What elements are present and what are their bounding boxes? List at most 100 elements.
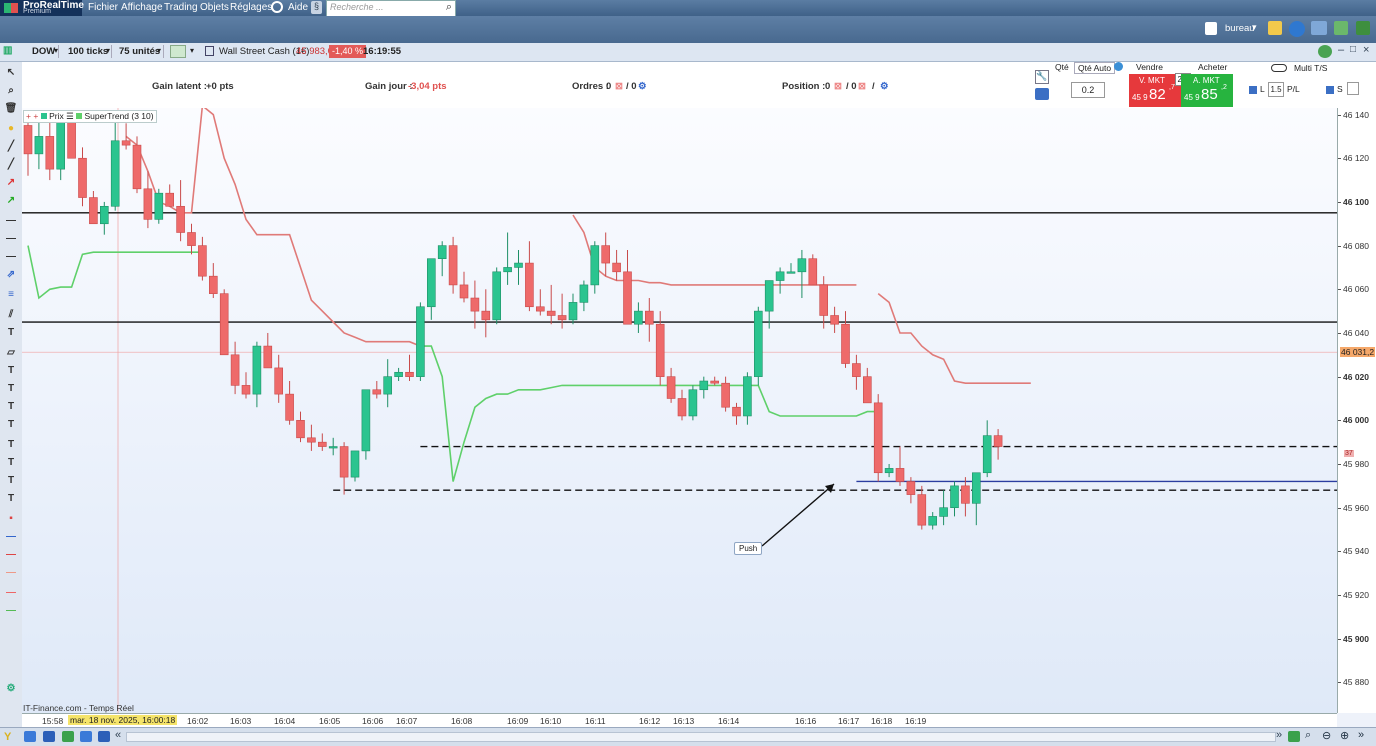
menu-aide[interactable]: Aide <box>288 2 308 13</box>
zoom-fit-icon[interactable]: ⌕ <box>1305 729 1311 742</box>
ordres-close-icon[interactable]: ⊠ <box>615 81 623 92</box>
chart-type-icon[interactable]: ▥ <box>3 45 17 58</box>
close-icon[interactable]: × <box>1363 44 1369 56</box>
support-icon[interactable] <box>271 1 283 13</box>
text-tool-icon-7[interactable]: T <box>4 456 18 470</box>
menu-affichage[interactable]: Affichage <box>121 2 163 13</box>
workspace-dropdown-icon[interactable]: ▾ <box>1252 22 1257 33</box>
menu-reglages[interactable]: Réglages <box>230 2 272 13</box>
menu-fichier[interactable]: Fichier <box>88 2 118 13</box>
table-icon[interactable] <box>80 731 92 742</box>
search-icon[interactable]: ⌕ <box>446 1 452 14</box>
legend-add2-icon[interactable]: + <box>33 111 38 121</box>
text-tool-icon-9[interactable]: T <box>4 492 18 506</box>
chart-canvas[interactable] <box>22 108 1337 713</box>
menu-trading[interactable]: Trading <box>164 2 198 13</box>
line-tool-icon[interactable]: ╱ <box>4 140 18 154</box>
scroll-end-icon[interactable]: » <box>1358 729 1364 741</box>
marker-orange-icon[interactable]: — <box>4 566 18 580</box>
legend-add-icon[interactable]: + <box>26 111 31 121</box>
clip-icon[interactable]: § <box>311 1 322 14</box>
menu-objets[interactable]: Objets <box>200 2 229 13</box>
price-chart[interactable]: + + Prix ☰ SuperTrend (3 10) Push IT-Fin… <box>22 108 1337 713</box>
zoom-tool-icon[interactable]: ⌕ <box>4 84 18 98</box>
ray-tool-icon[interactable]: ╱ <box>4 158 18 172</box>
legend-indicator[interactable]: SuperTrend (3 10) <box>84 111 153 121</box>
units-dropdown-icon[interactable]: ▾ <box>157 46 161 55</box>
qte-auto-button[interactable]: Qté Auto <box>1074 62 1116 74</box>
search-input[interactable]: Recherche ... <box>330 2 384 12</box>
ordres-settings-icon[interactable]: ⚙ <box>638 81 647 92</box>
fan-tool-icon[interactable]: ⫽ <box>4 308 18 322</box>
position-settings-icon[interactable]: ⚙ <box>880 81 889 92</box>
symbol-dropdown-icon[interactable]: ▾ <box>54 46 58 55</box>
text-tool-icon-5[interactable]: T <box>4 418 18 432</box>
hline-tool-icon[interactable]: — <box>4 214 18 228</box>
l-checkbox[interactable] <box>1249 86 1257 94</box>
marker-red2-icon[interactable]: — <box>4 548 18 562</box>
build-icon[interactable] <box>170 45 186 58</box>
text-tool-icon-6[interactable]: T <box>4 438 18 452</box>
price-axis[interactable]: 46 140 46 120 46 100 46 080 46 060 46 040 46 0… <box>1337 108 1376 713</box>
scroll-left-icon[interactable]: « <box>115 729 121 741</box>
channel-tool-icon[interactable]: ⇗ <box>4 268 18 282</box>
marker-pink-icon[interactable]: — <box>4 586 18 600</box>
marker-red-icon[interactable]: ▪ <box>4 512 18 526</box>
marker-blue-icon[interactable]: — <box>4 530 18 544</box>
settings-tool-icon[interactable]: ⚙ <box>4 682 18 696</box>
ticks-dropdown-icon[interactable]: ▾ <box>106 46 110 55</box>
link-icon[interactable] <box>24 731 36 742</box>
wrench-icon[interactable]: 🔧 <box>1035 70 1049 84</box>
green-arrow-tool-icon[interactable]: ↗ <box>4 194 18 208</box>
multi-window-icon[interactable] <box>98 731 110 742</box>
zoom-in-icon[interactable]: ⊕ <box>1340 729 1349 742</box>
s-checkbox[interactable] <box>1326 86 1334 94</box>
maximize-icon[interactable]: □ <box>1350 44 1356 55</box>
pointer-tool-icon[interactable]: ↖ <box>4 66 18 80</box>
build-dropdown-icon[interactable]: ▾ <box>190 46 194 55</box>
legend-price[interactable]: Prix <box>49 111 64 121</box>
keyboard-icon[interactable] <box>1035 88 1049 100</box>
sell-button[interactable]: V. MKT 45 9 82 ,7 <box>1129 74 1181 107</box>
legend-list-icon[interactable]: ☰ <box>66 111 74 121</box>
chart-scrollbar[interactable] <box>126 732 1276 742</box>
save-icon[interactable] <box>1205 22 1217 35</box>
text-tool-icon-4[interactable]: T <box>4 400 18 414</box>
window-icon[interactable] <box>43 731 55 742</box>
hline2-tool-icon[interactable]: — <box>4 232 18 246</box>
quantity-input[interactable]: 0.2 <box>1071 82 1105 98</box>
zoom-out-icon[interactable]: ⊖ <box>1322 729 1331 742</box>
text-tool-icon-2[interactable]: T <box>4 364 18 378</box>
fib-tool-icon[interactable]: ≡ <box>4 288 18 302</box>
refresh-icon[interactable] <box>1318 45 1332 58</box>
minimize-icon[interactable]: – <box>1338 44 1344 56</box>
l-value-input[interactable]: 1.5 <box>1268 82 1284 97</box>
push-annotation[interactable]: Push <box>734 542 763 555</box>
tools-icon[interactable] <box>1311 21 1327 35</box>
folder-icon[interactable] <box>1268 21 1282 35</box>
sound-icon[interactable] <box>1289 21 1305 37</box>
ruler-tool-icon[interactable]: ▱ <box>4 346 18 360</box>
qte-info-icon[interactable] <box>1114 62 1123 71</box>
marker-green-icon[interactable]: — <box>4 604 18 618</box>
text-tool-icon-3[interactable]: T <box>4 382 18 396</box>
layout-icon[interactable] <box>1334 21 1348 35</box>
position-close2-icon[interactable]: ⊠ <box>858 81 866 92</box>
grid-icon[interactable] <box>1356 21 1370 35</box>
text-tool-icon-8[interactable]: T <box>4 474 18 488</box>
s-settings-icon[interactable] <box>1347 82 1359 95</box>
multi-ts-toggle[interactable] <box>1271 64 1287 72</box>
hline3-tool-icon[interactable]: — <box>4 250 18 264</box>
position-close-icon[interactable]: ⊠ <box>834 81 842 92</box>
workspace-select[interactable]: bureau <box>1225 23 1255 34</box>
scroll-right-icon[interactable]: » <box>1276 729 1282 741</box>
info-icon[interactable] <box>205 46 214 56</box>
delete-tool-icon[interactable]: 🗑 <box>4 102 18 116</box>
buy-button[interactable]: A. MKT 45 9 85 ,2 <box>1181 74 1233 107</box>
alert-tool-icon[interactable]: ● <box>4 122 18 136</box>
logo-small-icon[interactable]: Y <box>4 731 16 743</box>
calc-icon[interactable] <box>62 731 74 742</box>
text-tool-icon-1[interactable]: T <box>4 326 18 340</box>
time-axis[interactable]: mar. 18 nov. 2025, 16:00:18 15:58 16:02 16… <box>22 713 1337 728</box>
sync-icon[interactable] <box>1288 731 1300 742</box>
